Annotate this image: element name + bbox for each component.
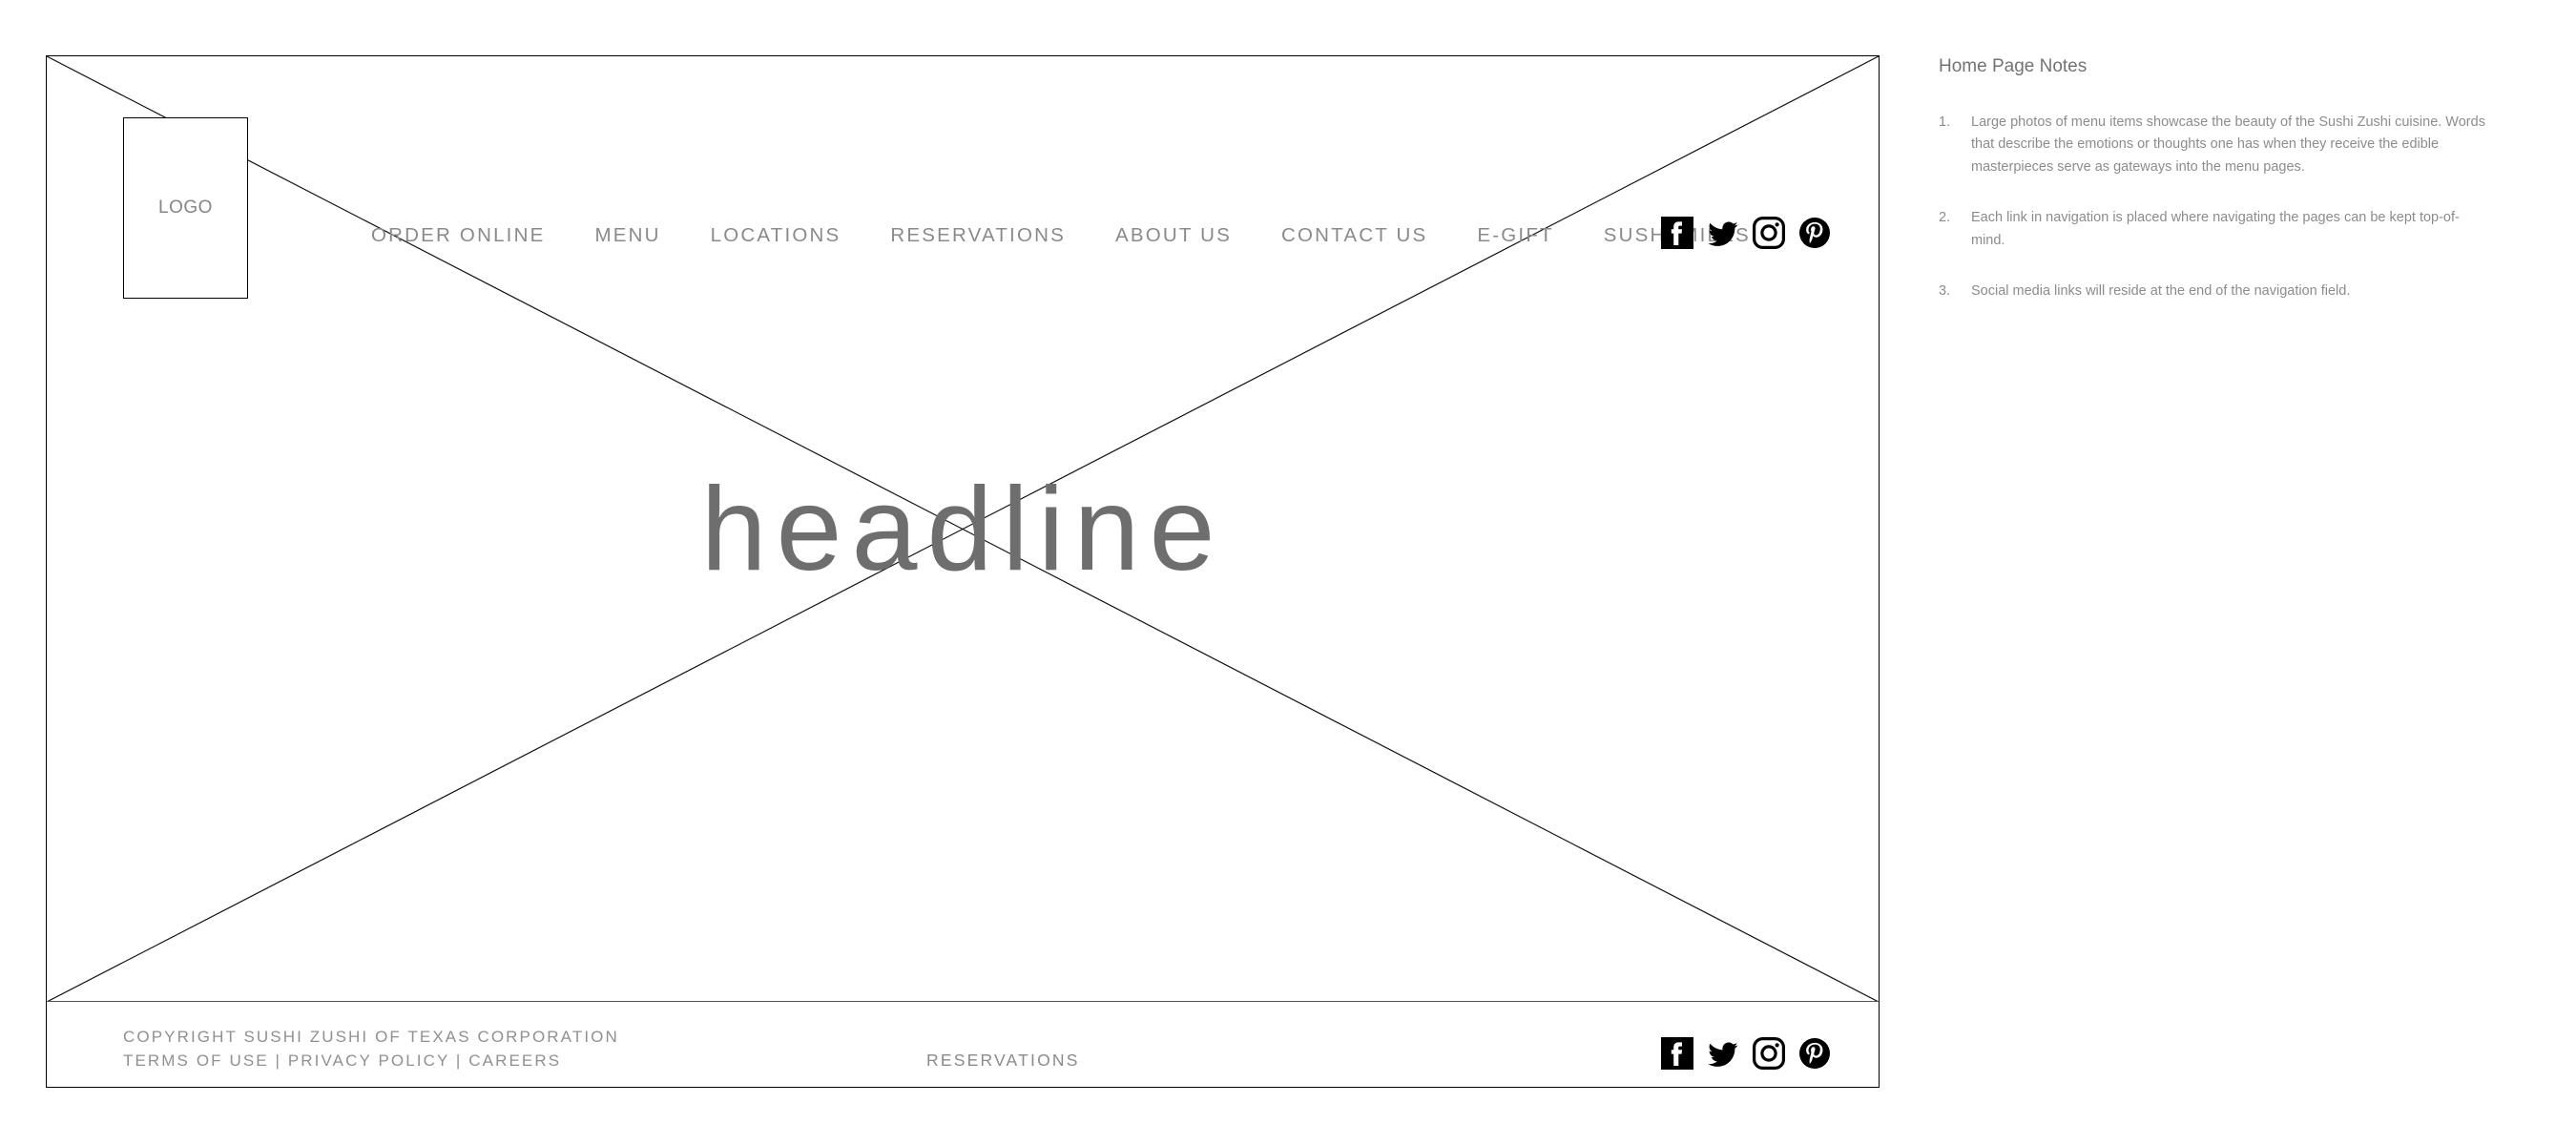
annotation-notes-panel: Home Page Notes 1. Large photos of menu … <box>1939 55 2492 332</box>
note-item: 3. Social media links will reside at the… <box>1939 281 2492 302</box>
nav-item-e-gift[interactable]: E-GIFT <box>1477 225 1553 246</box>
facebook-icon[interactable] <box>1661 1037 1693 1070</box>
note-item: 1. Large photos of menu items showcase t… <box>1939 112 2492 178</box>
nav-item-contact-us[interactable]: CONTACT US <box>1281 225 1427 246</box>
hero-image-placeholder: headline LOGO ORDER ONLINE MENU LOCATION… <box>47 56 1879 1002</box>
primary-navigation[interactable]: ORDER ONLINE MENU LOCATIONS RESERVATIONS… <box>371 225 1800 246</box>
note-number: 2. <box>1939 210 1951 226</box>
twitter-icon[interactable] <box>1707 217 1739 249</box>
pinterest-icon[interactable] <box>1798 1037 1831 1070</box>
facebook-icon[interactable] <box>1661 217 1693 249</box>
instagram-icon[interactable] <box>1753 217 1785 249</box>
footer-legal-links[interactable]: TERMS OF USE | PRIVACY POLICY | CAREERS <box>123 1050 619 1073</box>
footer-center-block: RESERVATIONS <box>926 1051 1080 1071</box>
homepage-wireframe-frame: headline LOGO ORDER ONLINE MENU LOCATION… <box>46 55 1880 1088</box>
pinterest-icon[interactable] <box>1798 217 1831 249</box>
nav-item-about-us[interactable]: ABOUT US <box>1115 225 1232 246</box>
footer-copyright: COPYRIGHT SUSHI ZUSHI OF TEXAS CORPORATI… <box>123 1028 619 1046</box>
instagram-icon[interactable] <box>1753 1037 1785 1070</box>
notes-panel-title: Home Page Notes <box>1939 56 2088 76</box>
footer-reservations-link[interactable]: RESERVATIONS <box>926 1051 1080 1070</box>
note-number: 3. <box>1939 283 1951 300</box>
logo-label: LOGO <box>158 198 213 218</box>
nav-item-menu[interactable]: MENU <box>594 225 660 246</box>
twitter-icon[interactable] <box>1707 1037 1739 1070</box>
logo-placeholder[interactable]: LOGO <box>123 117 248 299</box>
footer-social-links[interactable] <box>1661 1037 1831 1070</box>
note-text: Social media links will reside at the en… <box>1971 283 2351 300</box>
header-social-links[interactable] <box>1661 217 1831 249</box>
nav-item-locations[interactable]: LOCATIONS <box>711 225 841 246</box>
note-text: Each link in navigation is placed where … <box>1971 210 2460 248</box>
note-text: Large photos of menu items showcase the … <box>1971 114 2485 175</box>
note-item: 2. Each link in navigation is placed whe… <box>1939 207 2492 252</box>
placeholder-cross-lines <box>47 56 1879 1002</box>
nav-item-order-online[interactable]: ORDER ONLINE <box>371 225 545 246</box>
wireframe-page: headline LOGO ORDER ONLINE MENU LOCATION… <box>0 0 2576 1145</box>
site-footer: COPYRIGHT SUSHI ZUSHI OF TEXAS CORPORATI… <box>47 1003 1879 1087</box>
note-number: 1. <box>1939 114 1951 130</box>
nav-item-reservations[interactable]: RESERVATIONS <box>890 225 1066 246</box>
footer-legal-block: COPYRIGHT SUSHI ZUSHI OF TEXAS CORPORATI… <box>123 1026 619 1072</box>
